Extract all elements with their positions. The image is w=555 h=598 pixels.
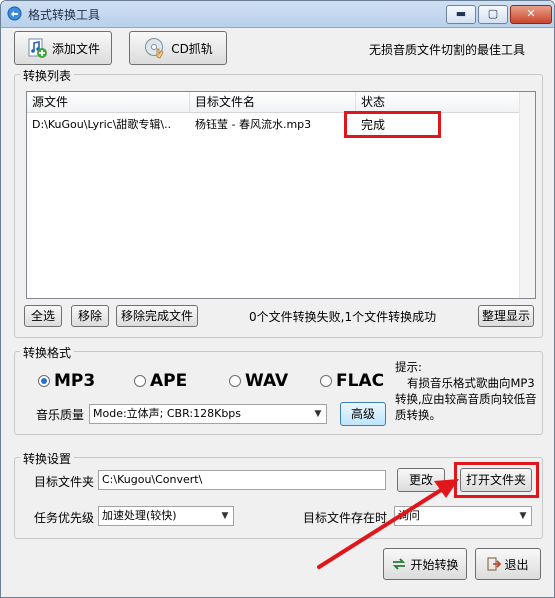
annotation-arrow [317, 479, 459, 569]
app-window: 格式转换工具 ▬ ▢ ✕ 添加文件 CD抓轨 无损音质文件切割的最佳工具 转换列… [0, 0, 555, 598]
